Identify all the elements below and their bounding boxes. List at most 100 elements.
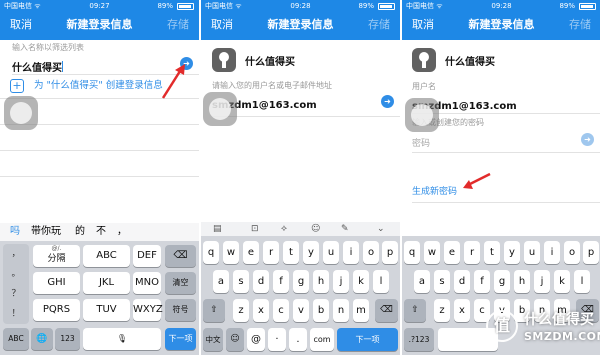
symbol-key[interactable]: 符号 xyxy=(165,299,196,321)
letter-key[interactable]: q xyxy=(203,241,219,264)
clipboard-icon[interactable]: ⊡ xyxy=(251,222,259,236)
shift-icon[interactable]: ⇧ xyxy=(203,299,225,322)
candidate-item[interactable]: 的 xyxy=(75,223,85,241)
letter-key[interactable]: g xyxy=(293,270,309,293)
letter-key[interactable]: l xyxy=(373,270,389,293)
letter-key[interactable]: c xyxy=(273,299,289,322)
emoji-icon[interactable]: ☺ xyxy=(226,328,244,351)
letter-key[interactable]: j xyxy=(534,270,550,293)
next-field-key[interactable]: 下一项 xyxy=(337,328,398,351)
punctuation-key[interactable]: 。 xyxy=(3,264,29,284)
keyboard-option-icon[interactable]: ▤ xyxy=(213,222,222,236)
letter-key[interactable]: h xyxy=(514,270,530,293)
at-key[interactable]: @ xyxy=(247,328,265,351)
letter-key[interactable]: g xyxy=(494,270,510,293)
key-abc[interactable]: ABC xyxy=(83,245,130,267)
handwriting-icon[interactable]: ✎ xyxy=(341,222,349,236)
assistive-touch-button[interactable] xyxy=(4,96,38,130)
backspace-icon[interactable]: ⌫ xyxy=(165,245,196,267)
letter-key[interactable]: j xyxy=(333,270,349,293)
chinese-mode-key[interactable]: 中文 xyxy=(203,328,223,351)
letter-key[interactable]: w xyxy=(223,241,239,264)
candidate-item[interactable]: ， xyxy=(117,223,127,241)
letter-key[interactable]: t xyxy=(283,241,299,264)
letter-key[interactable]: u xyxy=(323,241,339,264)
letter-key[interactable]: m xyxy=(353,299,369,322)
backspace-icon[interactable]: ⌫ xyxy=(375,299,398,322)
letter-key[interactable]: a xyxy=(414,270,430,293)
next-field-key[interactable]: 下一项 xyxy=(165,328,196,350)
letter-key[interactable]: f xyxy=(474,270,490,293)
letter-key[interactable]: i xyxy=(343,241,359,264)
letter-key[interactable]: p xyxy=(583,241,599,264)
shift-icon[interactable]: ⇧ xyxy=(404,299,426,322)
letter-key[interactable]: e xyxy=(444,241,460,264)
letter-key[interactable]: n xyxy=(333,299,349,322)
letter-key[interactable]: z xyxy=(434,299,450,322)
period-key[interactable]: . xyxy=(289,328,307,351)
save-button[interactable]: 存储 xyxy=(569,17,591,33)
punctuation-key[interactable]: ？ xyxy=(3,284,29,304)
key-mno[interactable]: MNO xyxy=(133,272,161,294)
letter-key[interactable]: s xyxy=(434,270,450,293)
letter-key[interactable]: y xyxy=(504,241,520,264)
letter-key[interactable]: k xyxy=(353,270,369,293)
punctuation-key[interactable]: ！ xyxy=(3,304,29,324)
candidate-item[interactable]: 带你玩 xyxy=(31,223,61,241)
name-input[interactable]: 什么值得买 xyxy=(12,56,182,74)
letter-key[interactable]: d xyxy=(454,270,470,293)
letter-key[interactable]: b xyxy=(313,299,329,322)
numbers-key[interactable]: 123 xyxy=(55,328,80,350)
letter-key[interactable]: s xyxy=(233,270,249,293)
punctuation-key[interactable]: ， xyxy=(3,244,29,264)
candidate-item[interactable]: 吗 xyxy=(10,223,20,241)
candidate-item[interactable]: 不 xyxy=(96,223,106,241)
letter-key[interactable]: w xyxy=(424,241,440,264)
password-input[interactable]: 密码 xyxy=(412,131,572,149)
abc-key[interactable]: ABC xyxy=(3,328,29,350)
letter-key[interactable]: u xyxy=(524,241,540,264)
letter-key[interactable]: x xyxy=(253,299,269,322)
letter-key[interactable]: l xyxy=(574,270,590,293)
assistive-touch-button[interactable] xyxy=(405,98,439,132)
letter-key[interactable]: z xyxy=(233,299,249,322)
dot-key[interactable]: · xyxy=(268,328,286,351)
save-button[interactable]: 存储 xyxy=(167,17,189,33)
letter-key[interactable]: r xyxy=(263,241,279,264)
key-pqrs[interactable]: PQRS xyxy=(33,299,80,321)
key-ghi[interactable]: GHI xyxy=(33,272,80,294)
save-button[interactable]: 存储 xyxy=(368,17,390,33)
key-wxyz[interactable]: WXYZ xyxy=(133,299,163,321)
arrow-right-circle-icon[interactable]: ➜ xyxy=(581,133,594,146)
microphone-icon[interactable]: 🎙 xyxy=(83,328,161,350)
key-def[interactable]: DEF xyxy=(133,245,161,267)
letter-key[interactable]: o xyxy=(363,241,379,264)
collapse-keyboard-icon[interactable]: ⌄ xyxy=(377,222,385,236)
letter-key[interactable]: q xyxy=(404,241,420,264)
letter-key[interactable]: p xyxy=(382,241,398,264)
assistive-touch-button[interactable] xyxy=(203,92,237,126)
key-separator[interactable]: @/. 分隔 xyxy=(33,245,80,267)
numbers-key[interactable]: .?123 xyxy=(404,328,434,351)
dotcom-key[interactable]: com xyxy=(310,328,334,351)
globe-icon[interactable]: 🌐 xyxy=(31,328,53,350)
letter-key[interactable]: k xyxy=(554,270,570,293)
letter-key[interactable]: a xyxy=(213,270,229,293)
key-jkl[interactable]: JKL xyxy=(83,272,130,294)
letter-key[interactable]: h xyxy=(313,270,329,293)
letter-key[interactable]: y xyxy=(303,241,319,264)
letter-key[interactable]: r xyxy=(464,241,480,264)
letter-key[interactable]: x xyxy=(454,299,470,322)
arrow-right-circle-icon[interactable]: ➜ xyxy=(381,95,394,108)
letter-key[interactable]: v xyxy=(293,299,309,322)
clear-key[interactable]: 清空 xyxy=(165,272,196,294)
letter-key[interactable]: f xyxy=(273,270,289,293)
letter-key[interactable]: i xyxy=(544,241,560,264)
key-tuv[interactable]: TUV xyxy=(83,299,130,321)
letter-key[interactable]: e xyxy=(243,241,259,264)
emoji-icon[interactable]: ☺ xyxy=(311,222,320,236)
cursor-move-icon[interactable]: ⟡ xyxy=(281,222,287,236)
letter-key[interactable]: o xyxy=(564,241,580,264)
generate-password-link[interactable]: 生成新密码 xyxy=(412,184,457,197)
letter-key[interactable]: t xyxy=(484,241,500,264)
